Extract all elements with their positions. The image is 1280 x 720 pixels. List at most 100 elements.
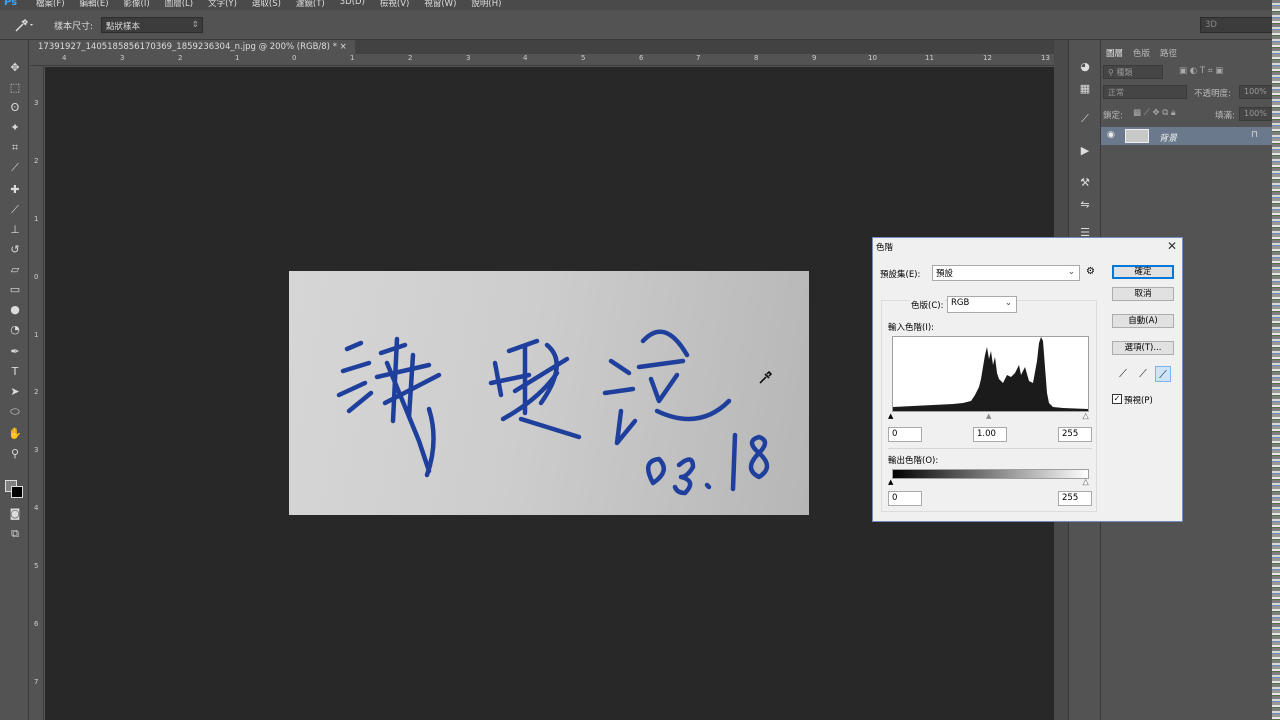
- pen-tool-icon[interactable]: ✒: [6, 344, 24, 360]
- menu-type[interactable]: 文字(Y): [208, 0, 237, 9]
- white-point-eyedropper-icon[interactable]: ⟋: [1155, 366, 1171, 382]
- input-black-slider[interactable]: ▲: [888, 412, 893, 420]
- lock-icon: ⊓: [1251, 130, 1259, 140]
- menu-image[interactable]: 影像(I): [124, 0, 150, 9]
- menu-3d[interactable]: 3D(D): [340, 0, 365, 9]
- workspace-select[interactable]: 3D: [1200, 17, 1280, 33]
- brush-tool-icon[interactable]: ⟋: [6, 202, 24, 218]
- preview-checkbox[interactable]: ✓: [1112, 394, 1122, 404]
- background-color-swatch[interactable]: [11, 486, 23, 498]
- ruler-label: 0: [34, 273, 39, 281]
- options-button[interactable]: 選項(T)...: [1112, 341, 1174, 355]
- input-gamma-field[interactable]: 1.00: [973, 427, 1007, 442]
- fill-field[interactable]: 100%: [1239, 107, 1273, 121]
- move-tool-icon[interactable]: ✥: [6, 60, 24, 76]
- marquee-tool-icon[interactable]: ⬚: [6, 80, 24, 96]
- layer-name: 背景: [1159, 134, 1178, 144]
- ruler-vertical: 3 2 1 0 1 2 3 4 5 6 7: [30, 66, 44, 720]
- channel-select[interactable]: RGB ⌄: [947, 296, 1017, 313]
- menu-layer[interactable]: 圖層(L): [165, 0, 193, 9]
- menu-edit[interactable]: 編輯(E): [80, 0, 109, 9]
- input-white-slider[interactable]: ▲: [1083, 412, 1089, 421]
- type-tool-icon[interactable]: T: [6, 364, 24, 380]
- lock-icons[interactable]: ▩ ⟋ ✥ ⧉ 🔒︎: [1133, 108, 1176, 118]
- channel-label: 色版(C):: [909, 299, 946, 311]
- cancel-button[interactable]: 取消: [1112, 287, 1174, 301]
- gradient-tool-icon[interactable]: ▭: [6, 282, 24, 298]
- ruler-label: 5: [34, 562, 39, 570]
- output-white-slider[interactable]: ▲: [1083, 478, 1089, 487]
- opacity-field[interactable]: 100%: [1239, 85, 1273, 99]
- tab-channels[interactable]: 色版: [1128, 46, 1155, 60]
- tab-paths[interactable]: 路徑: [1155, 46, 1182, 60]
- ruler-horizontal: 4 3 2 1 0 1 2 3 4 5 6 7 8 9 10 11 12 13: [30, 54, 1054, 66]
- menu-file[interactable]: 檔案(F): [36, 0, 65, 9]
- ok-button[interactable]: 確定: [1112, 265, 1174, 279]
- brush-panel-icon[interactable]: ⟋: [1077, 112, 1093, 126]
- zoom-tool-icon[interactable]: ⚲: [6, 446, 24, 462]
- quick-mask-icon[interactable]: ◙: [6, 506, 24, 522]
- input-black-field[interactable]: 0: [888, 427, 922, 442]
- auto-button[interactable]: 自動(A): [1112, 314, 1174, 328]
- lasso-tool-icon[interactable]: ʘ: [6, 100, 24, 116]
- layer-filter-select[interactable]: ⚲ 種類: [1103, 65, 1163, 79]
- close-icon[interactable]: ✕: [1167, 239, 1177, 253]
- actions-panel-icon[interactable]: ▶: [1077, 144, 1093, 158]
- ruler-label: 2: [408, 54, 413, 62]
- clone-stamp-tool-icon[interactable]: ⊥: [6, 222, 24, 238]
- eraser-tool-icon[interactable]: ▱: [6, 262, 24, 278]
- close-icon[interactable]: ×: [340, 42, 347, 52]
- tab-layers[interactable]: 圖層: [1101, 46, 1128, 60]
- dodge-tool-icon[interactable]: ◔: [6, 322, 24, 338]
- hand-tool-icon[interactable]: ✋: [6, 426, 24, 442]
- input-gamma-slider[interactable]: ▲: [986, 412, 991, 420]
- eye-icon[interactable]: ◉: [1107, 130, 1115, 140]
- output-white-field[interactable]: 255: [1058, 491, 1092, 506]
- output-levels-label: 輸出色階(O):: [888, 456, 939, 466]
- history-brush-tool-icon[interactable]: ↺: [6, 242, 24, 258]
- handwritten-signature: [336, 329, 770, 496]
- menu-view[interactable]: 檢視(V): [380, 0, 409, 9]
- output-gradient: [892, 469, 1089, 479]
- blur-tool-icon[interactable]: ●: [6, 302, 24, 318]
- preset-select[interactable]: 預設 ⌄: [932, 265, 1080, 281]
- adjustments-panel-icon[interactable]: ⇋: [1077, 198, 1093, 212]
- path-select-tool-icon[interactable]: ➤: [6, 384, 24, 400]
- blend-mode-select[interactable]: 正常: [1103, 85, 1187, 99]
- eyedropper-tool-icon[interactable]: ⟋: [6, 160, 24, 176]
- document-tab[interactable]: 17391927_1405185856170369_1859236304_n.j…: [30, 40, 355, 54]
- output-white-value: 255: [1062, 493, 1079, 503]
- swatches-panel-icon[interactable]: ▦: [1077, 82, 1093, 96]
- quick-select-tool-icon[interactable]: ✦: [6, 120, 24, 136]
- input-white-field[interactable]: 255: [1058, 427, 1092, 442]
- gray-point-eyedropper-icon[interactable]: ⟋: [1135, 366, 1151, 382]
- layer-background[interactable]: ◉ 背景 ⊓: [1101, 127, 1273, 145]
- filter-icons[interactable]: ▣ ◐ T ⌗ ▣: [1179, 66, 1223, 76]
- menu-help[interactable]: 說明(H): [471, 0, 501, 9]
- crop-tool-icon[interactable]: ⌗: [6, 140, 24, 156]
- lock-label: 鎖定:: [1103, 111, 1123, 121]
- color-panel-icon[interactable]: ◕: [1077, 60, 1093, 74]
- black-point-eyedropper-icon[interactable]: ⟋: [1115, 366, 1131, 382]
- output-black-slider[interactable]: ▲: [888, 478, 893, 486]
- output-black-field[interactable]: 0: [888, 491, 922, 506]
- ruler-label: 13: [1041, 54, 1050, 62]
- sample-size-select[interactable]: 點狀樣本 ⇕: [101, 17, 203, 33]
- menu-filter[interactable]: 濾鏡(T): [296, 0, 325, 9]
- ruler-label: 6: [639, 54, 644, 62]
- tool-preset-picker[interactable]: [14, 18, 36, 32]
- healing-brush-tool-icon[interactable]: ✚: [6, 182, 24, 198]
- tool-presets-icon[interactable]: ⚒: [1077, 176, 1093, 190]
- layer-filter-value: 種類: [1116, 68, 1133, 77]
- ruler-label: 10: [868, 54, 877, 62]
- gear-icon[interactable]: ⚙: [1086, 266, 1095, 277]
- screen-mode-icon[interactable]: ⧉: [6, 526, 24, 542]
- ruler-label: 11: [925, 54, 934, 62]
- layer-filter-row: ⚲ 種類 ▣ ◐ T ⌗ ▣: [1103, 65, 1273, 81]
- menu-window[interactable]: 視窗(W): [424, 0, 456, 9]
- menu-select[interactable]: 選取(S): [252, 0, 281, 9]
- eyedropper-icon: [15, 18, 33, 32]
- sample-size-label: 樣本尺寸:: [54, 22, 94, 32]
- shape-tool-icon[interactable]: ⬭: [6, 404, 24, 420]
- fill-value: 100%: [1244, 109, 1267, 118]
